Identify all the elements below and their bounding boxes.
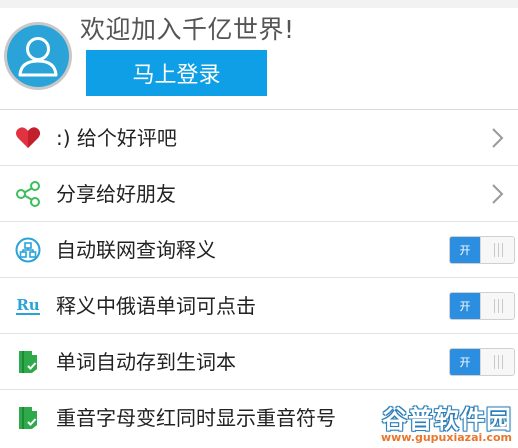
russian-clickable-toggle[interactable]: 开 xyxy=(449,292,515,320)
list-item-label: 释义中俄语单词可点击 xyxy=(56,294,256,318)
list-item-auto-lookup: 自动联网查询释义 开 xyxy=(0,222,518,278)
list-item-label: 单词自动存到生词本 xyxy=(56,350,236,374)
list-item-auto-save: 单词自动存到生词本 开 xyxy=(0,334,518,390)
login-button[interactable]: 马上登录 xyxy=(86,50,267,96)
toggle-knob xyxy=(480,237,514,263)
toggle-knob xyxy=(480,293,514,319)
list-item-rate[interactable]: :) 给个好评吧 xyxy=(0,110,518,166)
chevron-right-icon xyxy=(492,128,504,148)
auto-save-toggle[interactable]: 开 xyxy=(449,348,515,376)
profile-header: 欢迎加入千亿世界! 马上登录 xyxy=(0,0,518,110)
list-item-label: 自动联网查询释义 xyxy=(56,238,216,262)
russian-icon-text: Ru xyxy=(16,296,40,315)
toggle-on-label: 开 xyxy=(450,237,480,263)
russian-icon: Ru xyxy=(14,292,42,320)
network-icon xyxy=(14,236,42,264)
toggle-on-label: 开 xyxy=(450,293,480,319)
list-item-share[interactable]: 分享给好朋友 xyxy=(0,166,518,222)
welcome-text: 欢迎加入千亿世界! xyxy=(80,15,295,44)
toggle-knob xyxy=(480,349,514,375)
toggle-on-label: 开 xyxy=(450,349,480,375)
list-item-label: 重音字母变红同时显示重音符号 xyxy=(56,406,336,430)
watermark: 谷普软件园 www.gupuxiazai.com xyxy=(342,400,512,444)
avatar[interactable] xyxy=(4,22,72,90)
share-icon xyxy=(14,180,42,208)
list-item-russian-clickable: Ru 释义中俄语单词可点击 开 xyxy=(0,278,518,334)
wordbook-icon xyxy=(14,348,42,376)
auto-lookup-toggle[interactable]: 开 xyxy=(449,236,515,264)
chevron-right-icon xyxy=(492,184,504,204)
list-item-label: :) 给个好评吧 xyxy=(56,126,177,150)
list-item-label: 分享给好朋友 xyxy=(56,182,176,206)
heart-icon xyxy=(14,124,42,152)
watermark-url: www.gupuxiazai.com xyxy=(381,431,512,444)
wordbook-icon xyxy=(14,404,42,432)
settings-list: :) 给个好评吧 分享给好朋友 自动联网查询释义 开 Ru 释义中俄语单词可点击… xyxy=(0,110,518,446)
user-icon xyxy=(18,37,58,77)
